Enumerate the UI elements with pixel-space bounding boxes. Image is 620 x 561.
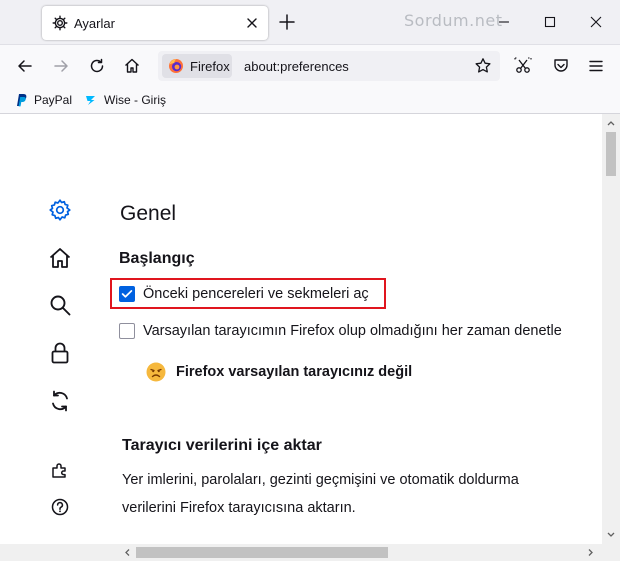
- startup-heading: Başlangıç: [119, 250, 195, 267]
- forward-arrow-icon[interactable]: [52, 57, 70, 75]
- maximize-icon[interactable]: [540, 12, 560, 32]
- new-tab-icon[interactable]: [278, 13, 296, 31]
- scroll-left-icon[interactable]: [122, 547, 132, 558]
- horizontal-scroll-thumb[interactable]: [136, 547, 388, 558]
- tab-settings[interactable]: Ayarlar: [42, 6, 268, 40]
- bookmarks-toolbar: PayPal Wise - Giriş: [0, 86, 620, 114]
- scroll-up-icon[interactable]: [606, 118, 616, 128]
- sad-face-icon: [146, 362, 166, 382]
- identity-box[interactable]: Firefox: [162, 54, 232, 78]
- minimize-icon[interactable]: [494, 12, 514, 32]
- pocket-icon[interactable]: [552, 57, 570, 75]
- not-default-text: Firefox varsayılan tarayıcınız değil: [176, 364, 413, 380]
- default-check-label[interactable]: Varsayılan tarayıcımın Firefox olup olma…: [143, 323, 562, 339]
- tab-title: Ayarlar: [74, 16, 115, 31]
- lock-icon[interactable]: [48, 341, 72, 365]
- vertical-scrollbar[interactable]: [602, 114, 620, 544]
- hamburger-menu-icon[interactable]: [587, 57, 605, 75]
- url-text[interactable]: about:preferences: [244, 59, 349, 74]
- screenshot-icon[interactable]: [514, 57, 532, 75]
- identity-label: Firefox: [190, 59, 230, 74]
- vertical-scroll-thumb[interactable]: [606, 132, 616, 176]
- search-icon[interactable]: [48, 293, 72, 317]
- preferences-page: Genel Başlangıç Önceki pencereleri ve se…: [0, 114, 602, 544]
- close-tab-icon[interactable]: [244, 15, 260, 31]
- default-browser-checkbox[interactable]: [119, 323, 135, 339]
- reload-icon[interactable]: [88, 57, 106, 75]
- watermark-text: Sordum.net: [404, 11, 503, 30]
- firefox-logo-icon: [169, 59, 183, 73]
- home-icon[interactable]: [123, 57, 141, 75]
- default-check-row[interactable]: Varsayılan tarayıcımın Firefox olup olma…: [119, 321, 562, 341]
- not-default-notice: Firefox varsayılan tarayıcınız değil: [146, 362, 412, 382]
- bookmark-wise[interactable]: Wise - Giriş: [84, 92, 166, 108]
- wise-icon: [86, 96, 95, 105]
- bookmark-paypal[interactable]: PayPal: [14, 92, 72, 108]
- scroll-down-icon[interactable]: [606, 530, 616, 540]
- page-title: Genel: [120, 202, 177, 225]
- highlight-box: [110, 278, 386, 309]
- import-heading: Tarayıcı verilerini içe aktar: [122, 437, 322, 454]
- horizontal-scrollbar[interactable]: [0, 544, 620, 561]
- bookmark-label: Wise - Giriş: [104, 93, 166, 107]
- paypal-icon: [17, 94, 27, 107]
- scroll-right-icon[interactable]: [586, 547, 596, 558]
- bookmark-star-icon[interactable]: [474, 57, 492, 75]
- back-arrow-icon[interactable]: [16, 57, 34, 75]
- close-window-icon[interactable]: [586, 12, 606, 32]
- bookmark-label: PayPal: [34, 93, 73, 107]
- sync-icon[interactable]: [48, 389, 72, 413]
- navigation-bar: Firefox about:preferences: [0, 44, 620, 86]
- url-bar[interactable]: Firefox about:preferences: [158, 51, 500, 81]
- home-icon[interactable]: [48, 246, 72, 270]
- gear-icon: [52, 15, 68, 31]
- extensions-icon[interactable]: [50, 460, 70, 480]
- help-icon[interactable]: [51, 498, 69, 516]
- gear-icon[interactable]: [48, 198, 72, 222]
- title-bar: Ayarlar Sordum.net: [0, 0, 620, 44]
- import-description: Yer imlerini, parolaları, gezinti geçmiş…: [122, 472, 519, 516]
